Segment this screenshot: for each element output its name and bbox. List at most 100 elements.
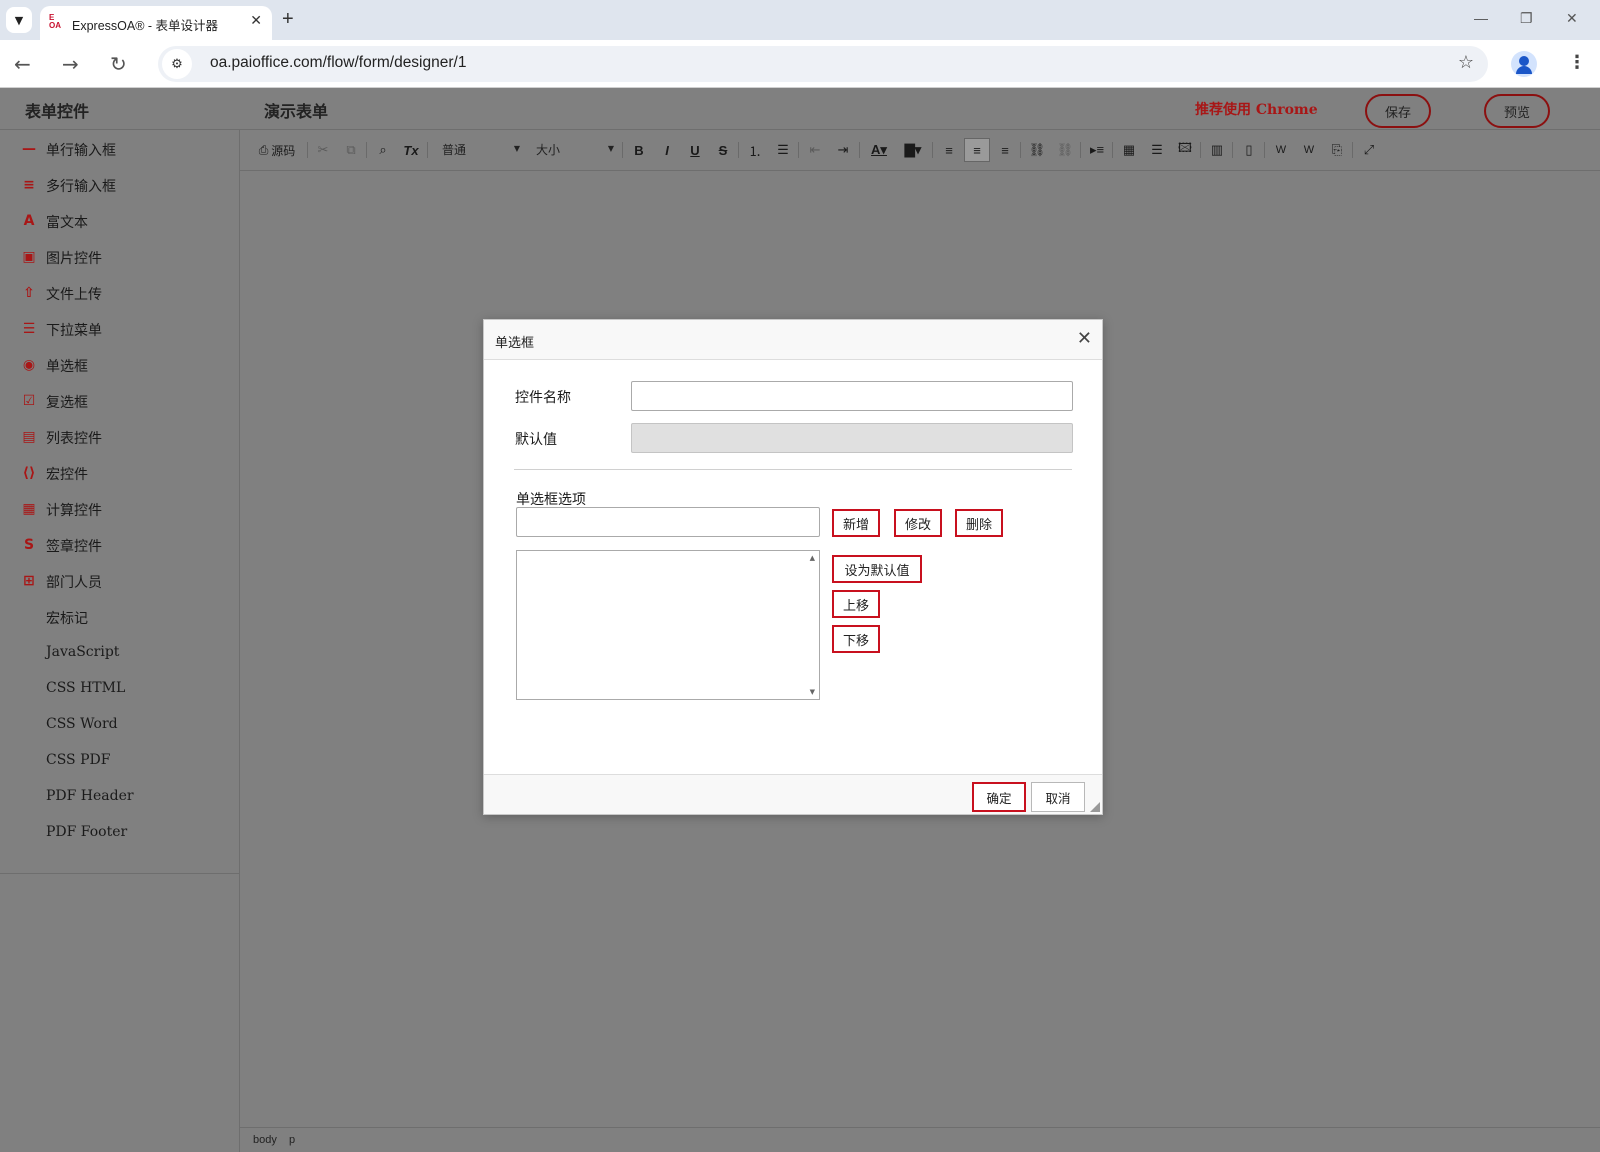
browser-tab[interactable]: E OA ExpressOA® - 表单设计器 ✕ <box>40 6 272 40</box>
save-button[interactable]: 保存 <box>1365 94 1431 128</box>
fullscreen-icon[interactable]: ⤢ <box>1360 141 1378 159</box>
numbered-list-icon[interactable]: ⒈ <box>746 141 764 159</box>
sidebar-item-single-line[interactable]: — 单行输入框 <box>0 131 240 167</box>
sidebar-item-calculator[interactable]: ▦ 计算控件 <box>0 491 240 527</box>
bold-icon[interactable]: B <box>630 141 648 159</box>
underline-icon[interactable]: U <box>686 141 704 159</box>
preview-button[interactable]: 预览 <box>1484 94 1550 128</box>
sidebar-item-radio[interactable]: ◉ 单选框 <box>0 347 240 383</box>
sidebar-item-image[interactable]: ▣ 图片控件 <box>0 239 240 275</box>
italic-icon[interactable]: I <box>658 141 676 159</box>
word-export-icon[interactable]: W <box>1272 141 1290 159</box>
close-icon[interactable]: ✕ <box>1077 328 1092 349</box>
tab-close-icon[interactable]: ✕ <box>250 13 262 29</box>
scroll-down-icon[interactable]: ▼ <box>810 688 815 696</box>
sidebar-item-javascript[interactable]: JavaScript <box>0 635 240 671</box>
toolbar-separator <box>1264 142 1265 158</box>
sidebar-item-checkbox[interactable]: ☑ 复选框 <box>0 383 240 419</box>
sidebar-item-css-word[interactable]: CSS Word <box>0 707 240 743</box>
remove-format-icon[interactable]: Tx <box>402 141 420 159</box>
chevron-down-icon: ▼ <box>513 144 520 153</box>
page-break-icon[interactable]: ▥ <box>1208 141 1226 159</box>
tab-search-button[interactable]: ▼ <box>6 7 32 33</box>
minimize-button[interactable]: — <box>1474 10 1488 26</box>
insert-image-icon[interactable]: 🖾 <box>1176 140 1194 159</box>
strikethrough-icon[interactable]: S <box>714 141 732 159</box>
sidebar-item-macro[interactable]: ⟨⟩ 宏控件 <box>0 455 240 491</box>
sidebar-item-dropdown[interactable]: ☰ 下拉菜单 <box>0 311 240 347</box>
sidebar-item-multi-line[interactable]: ≡ 多行输入框 <box>0 167 240 203</box>
controls-panel-title: 表单控件 <box>25 102 90 121</box>
profile-avatar[interactable] <box>1511 51 1537 77</box>
sidebar-item-css-html[interactable]: CSS HTML <box>0 671 240 707</box>
sidebar-item-macro-tag[interactable]: 宏标记 <box>0 599 240 635</box>
align-right-icon[interactable]: ≡ <box>996 141 1014 159</box>
restore-button[interactable]: ❐ <box>1520 10 1533 27</box>
path-element-body[interactable]: body <box>253 1134 277 1146</box>
table-icon[interactable]: ▦ <box>1120 141 1138 159</box>
horizontal-rule-icon[interactable]: ☰ <box>1148 141 1166 159</box>
set-default-button[interactable]: 设为默认值 <box>832 555 922 583</box>
toolbar-separator <box>738 142 739 158</box>
reload-icon[interactable]: ↻ <box>110 52 127 76</box>
bookmark-star-icon[interactable]: ☆ <box>1458 52 1474 73</box>
resize-handle[interactable] <box>1090 802 1100 812</box>
options-listbox[interactable]: ▲ ▼ <box>516 550 820 700</box>
cut-icon[interactable]: ✂ <box>314 141 332 159</box>
sidebar-item-department-user[interactable]: ⊞ 部门人员 <box>0 563 240 599</box>
file-upload-icon: ⇧ <box>23 285 35 301</box>
sidebar-item-list[interactable]: ▤ 列表控件 <box>0 419 240 455</box>
add-option-button[interactable]: 新增 <box>832 509 880 537</box>
url-text[interactable]: oa.paioffice.com/flow/form/designer/1 <box>210 54 466 72</box>
divider <box>514 469 1072 470</box>
background-color-icon[interactable]: ▇▾ <box>900 141 926 159</box>
sidebar-item-pdf-footer[interactable]: PDF Footer <box>0 815 240 851</box>
delete-option-button[interactable]: 删除 <box>955 509 1003 537</box>
move-down-button[interactable]: 下移 <box>832 625 880 653</box>
find-icon[interactable]: ⌕ <box>374 141 392 159</box>
path-element-p[interactable]: p <box>289 1134 295 1146</box>
sidebar-item-file-upload[interactable]: ⇧ 文件上传 <box>0 275 240 311</box>
close-window-button[interactable]: ✕ <box>1566 10 1578 27</box>
source-button[interactable]: ⎙ 源码 <box>254 141 300 159</box>
sidebar-item-css-pdf[interactable]: CSS PDF <box>0 743 240 779</box>
option-input[interactable] <box>516 507 820 537</box>
unlink-icon[interactable]: ⛓ <box>1056 141 1074 159</box>
checkbox-icon: ☑ <box>22 393 36 409</box>
link-icon[interactable]: ⛓ <box>1028 141 1046 159</box>
ok-button[interactable]: 确定 <box>972 782 1026 812</box>
word-import-icon[interactable]: W <box>1300 141 1318 159</box>
new-tab-button[interactable]: + <box>282 8 294 31</box>
outdent-icon[interactable]: ⇤ <box>806 141 824 159</box>
move-up-button[interactable]: 上移 <box>832 590 880 618</box>
back-icon[interactable]: ← <box>14 52 31 76</box>
font-size-select[interactable]: 大小 ▼ <box>536 141 614 161</box>
forward-icon[interactable]: → <box>62 52 79 76</box>
chevron-down-icon: ▼ <box>607 144 614 153</box>
omnibox[interactable]: ⚙ oa.paioffice.com/flow/form/designer/1 … <box>158 46 1488 82</box>
sidebar-item-signature[interactable]: S 签章控件 <box>0 527 240 563</box>
control-name-input[interactable] <box>631 381 1073 411</box>
sidebar-item-label: 部门人员 <box>46 575 102 591</box>
bullet-list-icon[interactable]: ☰ <box>774 141 792 159</box>
document-icon[interactable]: ▯ <box>1240 141 1258 159</box>
insert-field-icon[interactable]: ▸≡ <box>1088 141 1106 159</box>
sidebar-item-rich-text[interactable]: A 富文本 <box>0 203 240 239</box>
modify-option-button[interactable]: 修改 <box>894 509 942 537</box>
site-info-icon[interactable]: ⚙ <box>162 49 192 79</box>
toolbar-separator <box>1200 142 1201 158</box>
toolbar-separator <box>366 142 367 158</box>
align-left-icon[interactable]: ≡ <box>940 141 958 159</box>
align-center-icon[interactable]: ≡ <box>964 138 990 162</box>
format-select[interactable]: 普通 ▼ <box>442 141 520 161</box>
browser-menu-icon[interactable]: ⋮ <box>1568 52 1586 73</box>
sidebar-item-pdf-header[interactable]: PDF Header <box>0 779 240 815</box>
indent-icon[interactable]: ⇥ <box>834 141 852 159</box>
copy-icon[interactable]: ⧉ <box>342 141 360 159</box>
cancel-button[interactable]: 取消 <box>1031 782 1085 812</box>
scroll-up-icon[interactable]: ▲ <box>810 554 815 562</box>
text-color-icon[interactable]: A▾ <box>866 141 892 159</box>
pdf-icon[interactable]: ⎘ <box>1328 141 1346 159</box>
image-icon: ▣ <box>22 249 36 265</box>
sidebar-item-label: 复选框 <box>46 395 88 411</box>
